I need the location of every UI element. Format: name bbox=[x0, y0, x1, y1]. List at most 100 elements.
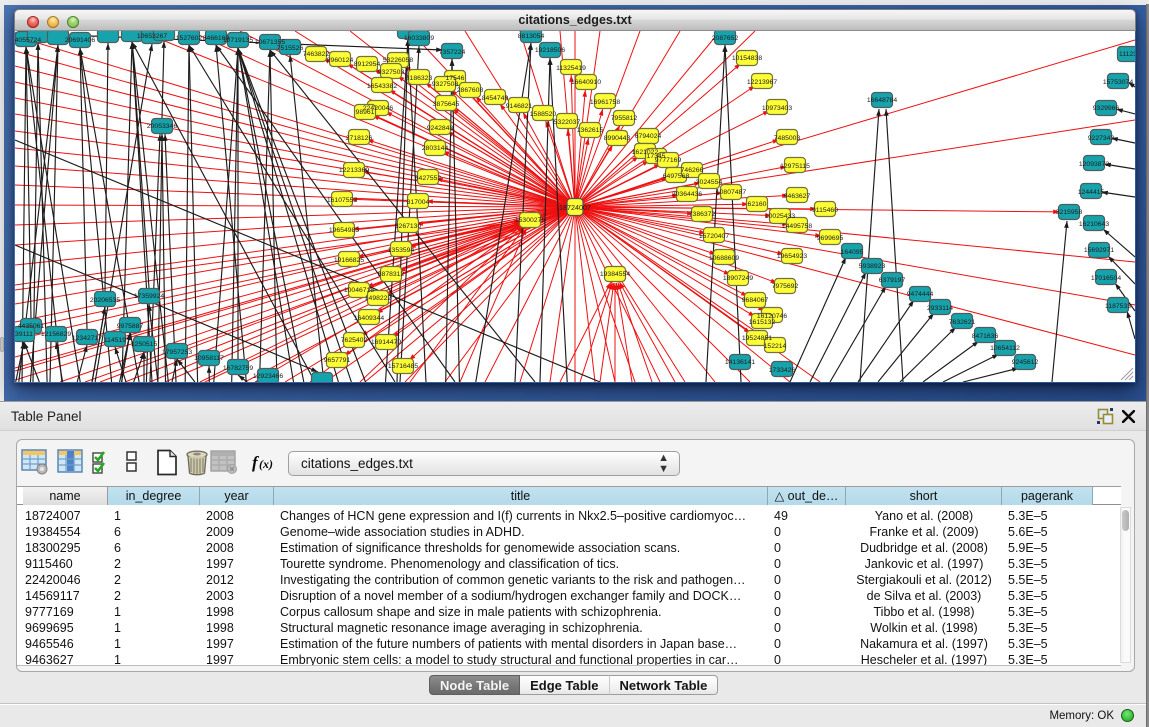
svg-text:9975887: 9975887 bbox=[117, 323, 144, 330]
svg-text:10719135: 10719135 bbox=[223, 37, 253, 44]
svg-text:19524851: 19524851 bbox=[742, 335, 772, 342]
svg-text:8878312: 8878312 bbox=[378, 271, 405, 278]
svg-text:9474444: 9474444 bbox=[907, 291, 934, 298]
svg-text:2803144: 2803144 bbox=[422, 145, 449, 152]
svg-text:9327503: 9327503 bbox=[378, 69, 405, 76]
svg-text:817004: 817004 bbox=[407, 199, 430, 206]
svg-text:7975692: 7975692 bbox=[772, 283, 799, 290]
svg-text:2087652: 2087652 bbox=[712, 35, 739, 42]
svg-text:16210643: 16210643 bbox=[1079, 221, 1109, 228]
svg-text:19166825: 19166825 bbox=[334, 257, 364, 264]
svg-text:8912954: 8912954 bbox=[354, 61, 381, 68]
svg-text:98961: 98961 bbox=[356, 109, 375, 116]
svg-text:16914479: 16914479 bbox=[371, 339, 401, 346]
svg-text:19654923: 19654923 bbox=[777, 253, 807, 260]
svg-text:1353594: 1353594 bbox=[388, 247, 415, 254]
svg-text:10654112: 10654112 bbox=[990, 345, 1020, 352]
svg-text:18724007: 18724007 bbox=[559, 203, 591, 212]
svg-text:12975115: 12975115 bbox=[780, 163, 810, 170]
svg-text:746266: 746266 bbox=[681, 167, 704, 174]
svg-text:16409344: 16409344 bbox=[354, 315, 384, 322]
svg-text:2867608: 2867608 bbox=[457, 87, 484, 94]
svg-text:7463822: 7463822 bbox=[303, 51, 330, 58]
svg-text:12093872: 12093872 bbox=[1079, 161, 1109, 168]
svg-text:9227343: 9227343 bbox=[1088, 135, 1115, 142]
svg-text:17359924: 17359924 bbox=[134, 293, 164, 300]
svg-text:20691406: 20691406 bbox=[65, 37, 95, 44]
svg-text:15300275: 15300275 bbox=[515, 217, 545, 224]
svg-text:19218506: 19218506 bbox=[535, 47, 565, 54]
svg-text:20053346: 20053346 bbox=[147, 123, 177, 130]
svg-text:1498222: 1498222 bbox=[365, 295, 392, 302]
svg-text:15692971: 15692971 bbox=[1084, 247, 1114, 254]
svg-text:10154838: 10154838 bbox=[732, 55, 762, 62]
svg-text:9245612: 9245612 bbox=[1012, 359, 1039, 366]
svg-text:1250515: 1250515 bbox=[131, 341, 158, 348]
svg-text:10807487: 10807487 bbox=[716, 189, 746, 196]
svg-text:11123: 11123 bbox=[1119, 51, 1135, 58]
svg-text:4435061: 4435061 bbox=[18, 323, 45, 330]
svg-text:39111: 39111 bbox=[15, 331, 33, 338]
svg-text:18907249: 18907249 bbox=[723, 275, 753, 282]
svg-text:3024554: 3024554 bbox=[696, 179, 723, 186]
svg-text:16640910: 16640910 bbox=[571, 79, 601, 86]
svg-text:10973403: 10973403 bbox=[762, 105, 792, 112]
svg-text:7485003: 7485003 bbox=[774, 135, 801, 142]
svg-text:8186323: 8186323 bbox=[406, 75, 433, 82]
svg-text:12156829: 12156829 bbox=[41, 331, 71, 338]
svg-text:12213369: 12213369 bbox=[339, 167, 369, 174]
svg-text:16543382: 16543382 bbox=[367, 83, 397, 90]
svg-text:9329966: 9329966 bbox=[1093, 105, 1120, 112]
svg-text:1362615: 1362615 bbox=[577, 127, 604, 134]
svg-text:19654983: 19654983 bbox=[329, 227, 359, 234]
svg-text:62160: 62160 bbox=[748, 201, 767, 208]
svg-text:3875645: 3875645 bbox=[433, 101, 460, 108]
svg-text:20364436: 20364436 bbox=[672, 191, 702, 198]
svg-text:10688609: 10688609 bbox=[709, 255, 739, 262]
svg-text:8427552: 8427552 bbox=[415, 175, 442, 182]
svg-text:9146821: 9146821 bbox=[506, 103, 533, 110]
svg-text:16648784: 16648784 bbox=[867, 97, 897, 104]
svg-text:16107553: 16107553 bbox=[327, 197, 357, 204]
svg-text:15720407: 15720407 bbox=[699, 233, 729, 240]
svg-text:1733426: 1733426 bbox=[769, 367, 796, 374]
svg-text:19384554: 19384554 bbox=[600, 271, 630, 278]
svg-text:2718126: 2718126 bbox=[346, 135, 373, 142]
svg-text:17957253: 17957253 bbox=[162, 349, 192, 356]
svg-text:10046718: 10046718 bbox=[344, 287, 374, 294]
svg-text:8960124: 8960124 bbox=[327, 57, 354, 64]
svg-text:14495758: 14495758 bbox=[782, 223, 812, 230]
svg-text:8813054: 8813054 bbox=[518, 33, 545, 40]
svg-text:14055724: 14055724 bbox=[15, 37, 41, 44]
svg-text:6379197: 6379197 bbox=[879, 277, 906, 284]
svg-text:9242848: 9242848 bbox=[427, 125, 454, 132]
svg-text:6497568: 6497568 bbox=[663, 173, 690, 180]
svg-text:12342717: 12342717 bbox=[72, 335, 102, 342]
svg-text:11325419: 11325419 bbox=[556, 65, 586, 72]
svg-text:12923466: 12923466 bbox=[253, 373, 283, 380]
svg-text:1527602: 1527602 bbox=[176, 35, 203, 42]
svg-text:2933114: 2933114 bbox=[927, 305, 953, 312]
svg-text:16033809: 16033809 bbox=[404, 35, 434, 42]
svg-text:10958117: 10958117 bbox=[194, 355, 224, 362]
svg-text:8454749: 8454749 bbox=[482, 95, 509, 102]
svg-text:12213967: 12213967 bbox=[747, 79, 777, 86]
svg-text:9684067: 9684067 bbox=[742, 297, 769, 304]
svg-text:15753074: 15753074 bbox=[1103, 79, 1133, 86]
svg-text:9699695: 9699695 bbox=[817, 235, 844, 242]
svg-text:8990443: 8990443 bbox=[604, 135, 631, 142]
svg-text:9657791: 9657791 bbox=[324, 357, 351, 364]
svg-text:16782759: 16782759 bbox=[223, 365, 253, 372]
svg-text:7625402: 7625402 bbox=[341, 337, 368, 344]
svg-text:114519: 114519 bbox=[104, 337, 126, 344]
svg-text:152214: 152214 bbox=[764, 343, 787, 350]
svg-text:17016504: 17016504 bbox=[1091, 275, 1121, 282]
svg-text:3215958: 3215958 bbox=[1056, 209, 1083, 216]
svg-text:10025433: 10025433 bbox=[765, 213, 795, 220]
svg-text:(x): (x) bbox=[259, 457, 273, 471]
svg-text:53226058: 53226058 bbox=[383, 57, 413, 64]
svg-text:7632621: 7632621 bbox=[949, 319, 976, 326]
svg-text:9327508: 9327508 bbox=[432, 81, 459, 88]
svg-text:9463627: 9463627 bbox=[784, 193, 811, 200]
svg-text:1187533: 1187533 bbox=[1105, 303, 1131, 310]
